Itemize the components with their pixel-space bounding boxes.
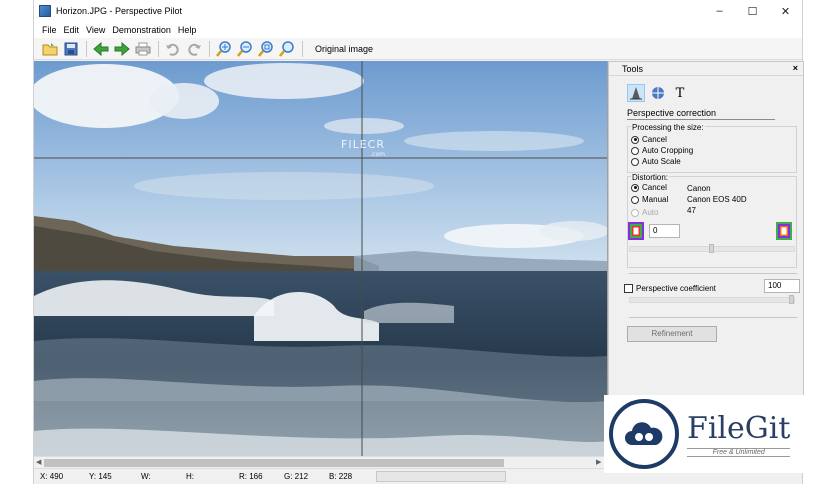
- toolbar-separator: [302, 40, 303, 57]
- processing-size-label: Processing the size:: [631, 123, 705, 132]
- radio-label: Auto Scale: [642, 157, 681, 166]
- photo-horizon: [34, 61, 607, 456]
- scroll-left-icon[interactable]: ◀: [36, 458, 41, 466]
- distortion-cancel-radio[interactable]: Cancel: [631, 183, 667, 192]
- radio-dot: [631, 146, 639, 155]
- radio-label: Manual: [642, 195, 669, 204]
- filegit-watermark: FileGit Free & Unlimited: [604, 395, 819, 473]
- zoom-in-icon[interactable]: [214, 39, 233, 58]
- minimize-button[interactable]: –: [703, 0, 736, 22]
- distortion-value-input[interactable]: 0: [649, 224, 680, 238]
- maximize-button[interactable]: ☐: [736, 0, 769, 22]
- original-image-button[interactable]: Original image: [307, 42, 381, 56]
- tools-title: Tools: [622, 64, 644, 74]
- status-y: Y: 145: [89, 472, 112, 481]
- radio-label: Auto Cropping: [642, 146, 694, 155]
- filegit-logo: [609, 399, 679, 469]
- watermark-sub: .com: [370, 151, 385, 158]
- tools-header: Tools ×: [609, 62, 803, 76]
- menu-view[interactable]: View: [86, 25, 105, 35]
- barrel-distortion-icon[interactable]: [628, 222, 644, 240]
- cloud-icon: [625, 422, 663, 445]
- perspective-coefficient-checkbox[interactable]: [624, 284, 633, 293]
- perspective-coefficient-input[interactable]: 100: [764, 279, 800, 293]
- toolbar: Original image: [34, 38, 802, 60]
- lens-tool-icon[interactable]: [649, 84, 667, 102]
- watermark-filecr: FILECR .com: [341, 138, 385, 158]
- menu-bar: File Edit View Demonstration Help: [34, 22, 802, 38]
- open-folder-icon[interactable]: [40, 39, 59, 58]
- horizontal-scrollbar[interactable]: ◀ ▶: [34, 456, 607, 468]
- filegit-tagline: Free & Unlimited: [687, 447, 791, 457]
- distortion-auto-radio[interactable]: Auto: [631, 208, 658, 217]
- title-bar: Horizon.JPG - Perspective Pilot – ☐ ✕: [34, 0, 802, 22]
- status-g: G: 212: [284, 472, 309, 481]
- app-icon: [39, 5, 51, 17]
- text-tool-icon[interactable]: T: [671, 84, 689, 102]
- window-controls: – ☐ ✕: [703, 0, 802, 22]
- toolbar-separator: [158, 40, 159, 57]
- toolbar-separator: [86, 40, 87, 57]
- panel-divider-line: [629, 273, 797, 274]
- distortion-manual-radio[interactable]: Manual: [631, 195, 668, 204]
- save-icon[interactable]: [61, 39, 80, 58]
- status-h: H:: [186, 472, 194, 481]
- radio-dot: [631, 135, 639, 144]
- focal-length: 47: [687, 206, 696, 215]
- pincushion-distortion-icon[interactable]: [776, 222, 792, 240]
- arrow-right-icon[interactable]: [112, 39, 131, 58]
- scroll-right-icon[interactable]: ▶: [596, 458, 601, 466]
- watermark-brand: FILECR: [341, 138, 385, 151]
- progress-bar: [376, 471, 506, 482]
- filegit-name: FileGit: [687, 410, 791, 446]
- perspective-coefficient-slider[interactable]: [629, 297, 795, 303]
- camera-model: Canon EOS 40D: [687, 195, 747, 204]
- zoom-out-icon[interactable]: [235, 39, 254, 58]
- menu-file[interactable]: File: [42, 25, 57, 35]
- radio-dot: [631, 183, 639, 192]
- filegit-text: FileGit Free & Unlimited: [687, 410, 791, 457]
- camera-make: Canon: [687, 184, 711, 193]
- section-title: Perspective correction: [627, 108, 775, 120]
- menu-help[interactable]: Help: [178, 25, 197, 35]
- zoom-actual-icon[interactable]: [277, 39, 296, 58]
- print-icon[interactable]: [133, 39, 152, 58]
- radio-dot: [631, 157, 639, 166]
- arrow-left-icon[interactable]: [91, 39, 110, 58]
- radio-dot: [631, 208, 639, 217]
- close-button[interactable]: ✕: [769, 0, 802, 22]
- status-b: B: 228: [329, 472, 353, 481]
- image-canvas[interactable]: FILECR .com: [34, 61, 607, 456]
- status-r: R: 166: [239, 472, 263, 481]
- distortion-label: Distortion:: [631, 173, 670, 182]
- menu-edit[interactable]: Edit: [64, 25, 80, 35]
- processing-cancel-radio[interactable]: Cancel: [631, 135, 667, 144]
- status-x: X: 490: [40, 472, 64, 481]
- tools-close-icon[interactable]: ×: [793, 63, 798, 73]
- perspective-coefficient-label: Perspective coefficient: [636, 284, 716, 293]
- status-w: W:: [141, 472, 151, 481]
- radio-label: Auto: [642, 208, 659, 217]
- tools-panel: Tools × T Perspective correction Process…: [608, 61, 804, 396]
- perspective-coefficient-slider-thumb[interactable]: [789, 295, 794, 304]
- scrollbar-thumb[interactable]: [44, 459, 504, 467]
- processing-auto-scale-radio[interactable]: Auto Scale: [631, 157, 681, 166]
- radio-label: Cancel: [642, 135, 667, 144]
- distortion-slider-thumb[interactable]: [709, 244, 714, 253]
- toolbar-separator: [209, 40, 210, 57]
- refinement-button[interactable]: Refinement: [627, 326, 717, 342]
- redo-icon[interactable]: [184, 39, 203, 58]
- panel-divider-line: [629, 317, 797, 318]
- undo-icon[interactable]: [163, 39, 182, 58]
- window-title: Horizon.JPG - Perspective Pilot: [56, 6, 183, 16]
- tool-tabs: T: [627, 84, 693, 102]
- zoom-fit-icon[interactable]: [256, 39, 275, 58]
- processing-auto-cropping-radio[interactable]: Auto Cropping: [631, 146, 693, 155]
- menu-demonstration[interactable]: Demonstration: [112, 25, 171, 35]
- perspective-tool-icon[interactable]: [627, 84, 645, 102]
- radio-label: Cancel: [642, 183, 667, 192]
- radio-dot: [631, 195, 639, 204]
